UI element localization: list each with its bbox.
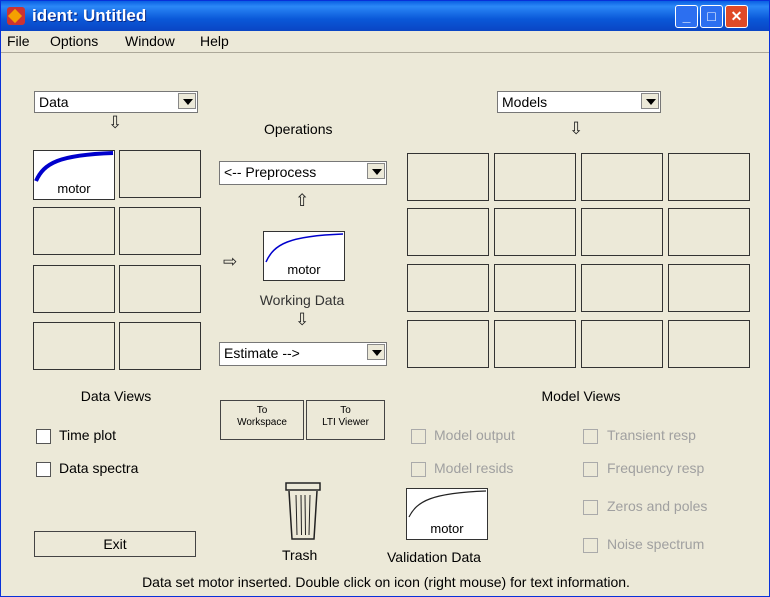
working-data-icon[interactable]: motor (263, 231, 345, 281)
data-slot[interactable] (119, 265, 201, 313)
model-slot[interactable] (581, 320, 663, 368)
data-slot[interactable] (119, 150, 201, 198)
exit-button[interactable]: Exit (34, 531, 196, 557)
model-slot[interactable] (494, 264, 576, 312)
window-title: ident: Untitled (32, 6, 147, 25)
data-slot[interactable] (33, 207, 115, 255)
down-arrow-icon: ⇩ (295, 310, 310, 329)
model-slot[interactable] (494, 153, 576, 201)
data-select-value: Data (39, 94, 69, 110)
model-views-title: Model Views (541, 388, 621, 404)
chevron-down-icon[interactable] (367, 344, 385, 360)
close-button[interactable]: ✕ (725, 5, 748, 28)
model-slot[interactable] (494, 208, 576, 256)
noise-spectrum-label: Noise spectrum (607, 536, 705, 552)
menubar: File Options Window Help (1, 31, 769, 51)
model-output-label: Model output (434, 427, 515, 443)
model-slot[interactable] (494, 320, 576, 368)
menu-file[interactable]: File (7, 33, 30, 49)
validation-data-label: Validation Data (387, 549, 481, 565)
data-icon-label: motor (57, 181, 91, 196)
model-slot[interactable] (581, 264, 663, 312)
to-workspace-line1: To (256, 405, 268, 416)
up-arrow-icon: ⇧ (295, 191, 310, 210)
menu-options[interactable]: Options (50, 33, 98, 49)
menu-separator (1, 52, 769, 53)
to-lti-line2: LTI Viewer (322, 417, 369, 428)
preprocess-select-value: <-- Preprocess (224, 164, 317, 180)
zeros-poles-checkbox[interactable] (583, 500, 598, 515)
zeros-poles-label: Zeros and poles (607, 498, 708, 514)
model-resids-checkbox[interactable] (411, 462, 426, 477)
down-arrow-icon: ⇩ (108, 113, 123, 132)
working-data-label: Working Data (259, 292, 345, 308)
estimate-select[interactable]: Estimate --> (219, 342, 387, 366)
data-slot[interactable] (33, 265, 115, 313)
to-lti-line1: To (340, 405, 351, 416)
to-workspace-button[interactable]: To Workspace (220, 400, 304, 440)
to-workspace-line2: Workspace (237, 417, 287, 428)
validation-data-name: motor (430, 521, 464, 536)
status-text: Data set motor inserted. Double click on… (142, 574, 630, 590)
chevron-down-icon[interactable] (178, 93, 196, 109)
model-output-checkbox[interactable] (411, 429, 426, 444)
frequency-resp-label: Frequency resp (607, 460, 705, 476)
model-slot[interactable] (407, 320, 489, 368)
chevron-down-icon[interactable] (641, 93, 659, 109)
data-spectra-label: Data spectra (59, 460, 139, 476)
time-plot-checkbox[interactable] (36, 429, 51, 444)
menu-help[interactable]: Help (200, 33, 229, 49)
data-views-title: Data Views (80, 388, 152, 404)
working-data-name: motor (287, 262, 321, 277)
model-slot[interactable] (668, 320, 750, 368)
model-resids-label: Model resids (434, 460, 514, 476)
matlab-icon (7, 7, 25, 25)
operations-label: Operations (264, 121, 333, 137)
to-lti-viewer-button[interactable]: To LTI Viewer (306, 400, 385, 440)
model-slot[interactable] (668, 264, 750, 312)
preprocess-select[interactable]: <-- Preprocess (219, 161, 387, 185)
data-spectra-checkbox[interactable] (36, 462, 51, 477)
model-slot[interactable] (668, 153, 750, 201)
validation-data-icon[interactable]: motor (406, 488, 488, 540)
right-arrow-icon: ⇨ (223, 252, 238, 271)
model-slot[interactable] (407, 208, 489, 256)
chevron-down-icon[interactable] (367, 163, 385, 179)
time-plot-label: Time plot (59, 427, 117, 443)
data-select[interactable]: Data (34, 91, 198, 113)
app-window: ident: Untitled _ □ ✕ File Options Windo… (0, 0, 770, 597)
model-slot[interactable] (407, 153, 489, 201)
trash-label: Trash (282, 547, 318, 563)
trash-icon[interactable] (284, 481, 322, 543)
transient-resp-label: Transient resp (607, 427, 696, 443)
model-slot[interactable] (407, 264, 489, 312)
model-slot[interactable] (581, 153, 663, 201)
data-slot[interactable] (119, 322, 201, 370)
down-arrow-icon: ⇩ (569, 119, 584, 138)
transient-resp-checkbox[interactable] (583, 429, 598, 444)
data-slot[interactable] (119, 207, 201, 255)
minimize-button[interactable]: _ (675, 5, 698, 28)
titlebar: ident: Untitled _ □ ✕ (1, 1, 769, 31)
data-icon-motor[interactable]: motor (33, 150, 115, 200)
maximize-button[interactable]: □ (700, 5, 723, 28)
menu-window[interactable]: Window (125, 33, 175, 49)
models-select-value: Models (502, 94, 548, 110)
model-slot[interactable] (581, 208, 663, 256)
frequency-resp-checkbox[interactable] (583, 462, 598, 477)
data-slot[interactable] (33, 322, 115, 370)
noise-spectrum-checkbox[interactable] (583, 538, 598, 553)
estimate-select-value: Estimate --> (224, 345, 300, 361)
model-slot[interactable] (668, 208, 750, 256)
models-select[interactable]: Models (497, 91, 661, 113)
